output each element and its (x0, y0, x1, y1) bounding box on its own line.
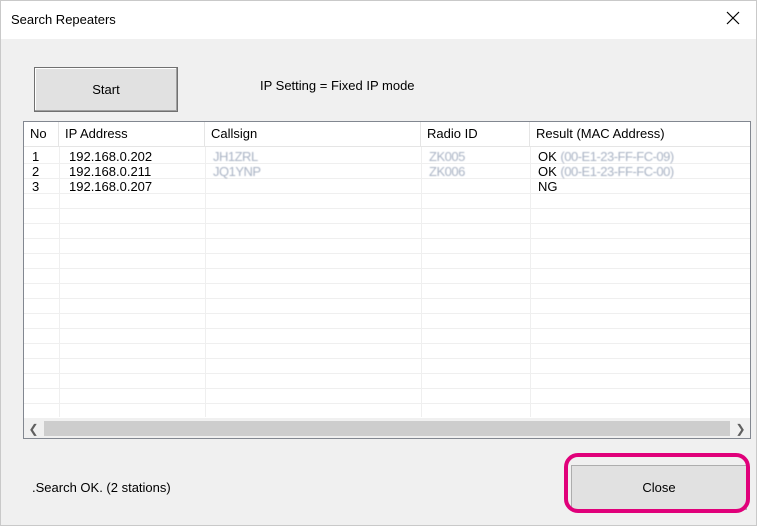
start-button[interactable]: Start (34, 67, 178, 112)
result-status: OK (538, 149, 557, 164)
window-title: Search Repeaters (11, 12, 116, 27)
cell-no: 3 (32, 179, 40, 194)
mac-address: (00-E1-23-FF-FC-00) (560, 164, 674, 179)
cell-result: OK (00-E1-23-FF-FC-09) (530, 149, 674, 164)
scroll-left-button[interactable]: ❮ (24, 419, 43, 438)
table-row[interactable]: 3 192.168.0.207 NG (24, 179, 750, 194)
cell-ip: 192.168.0.211 (69, 164, 152, 179)
column-header-result[interactable]: Result (MAC Address) (530, 122, 750, 146)
grid-line (24, 343, 750, 344)
grid-line (24, 238, 750, 239)
column-header-radio-id[interactable]: Radio ID (421, 122, 530, 146)
grid-line (24, 328, 750, 329)
column-header-ip-address[interactable]: IP Address (59, 122, 205, 146)
cell-no: 1 (32, 149, 40, 164)
grid-line (24, 403, 750, 404)
scrollbar-thumb[interactable] (44, 421, 730, 436)
column-header-no[interactable]: No (24, 122, 59, 146)
result-status: OK (538, 164, 557, 179)
grid-line (24, 223, 750, 224)
grid-line (24, 253, 750, 254)
cell-result: OK (00-E1-23-FF-FC-00) (530, 164, 674, 179)
title-bar: Search Repeaters (1, 1, 756, 39)
cell-radio-id (421, 179, 429, 194)
column-header-callsign[interactable]: Callsign (205, 122, 421, 146)
cell-radio-id: ZK006 (429, 164, 465, 179)
grid-line (24, 358, 750, 359)
chevron-right-icon: ❯ (735, 421, 746, 436)
search-repeaters-window: Search Repeaters Start IP Setting = Fixe… (0, 0, 757, 526)
grid-line (24, 208, 750, 209)
cell-callsign: JH1ZRL (213, 149, 258, 164)
grid-line (24, 283, 750, 284)
cell-callsign: JQ1YNP (213, 164, 261, 179)
cell-radio-id: ZK005 (429, 149, 465, 164)
chevron-left-icon: ❮ (28, 421, 39, 436)
cell-callsign (205, 179, 213, 194)
cell-result: NG (530, 179, 558, 194)
horizontal-scrollbar[interactable]: ❮ ❯ (24, 418, 750, 438)
list-header: No IP Address Callsign Radio ID Result (… (24, 122, 750, 147)
repeater-list[interactable]: No IP Address Callsign Radio ID Result (… (23, 121, 751, 439)
close-icon (726, 11, 740, 30)
grid-line (24, 388, 750, 389)
cell-ip: 192.168.0.207 (69, 179, 153, 194)
result-status: NG (538, 179, 558, 194)
cell-no: 2 (32, 164, 40, 179)
table-row[interactable]: 2 192.168.0.211 JQ1YNP ZK006 OK (00-E1-2… (24, 164, 750, 179)
grid-line (24, 268, 750, 269)
table-row[interactable]: 1 192.168.0.202 JH1ZRL ZK005 OK (00-E1-2… (24, 149, 750, 164)
grid-line (24, 298, 750, 299)
mac-address: (00-E1-23-FF-FC-09) (560, 149, 674, 164)
ip-setting-label: IP Setting = Fixed IP mode (260, 78, 415, 93)
cell-ip: 192.168.0.202 (69, 149, 153, 164)
scroll-right-button[interactable]: ❯ (731, 419, 750, 438)
status-text: .Search OK. (2 stations) (32, 480, 171, 495)
window-close-button[interactable] (710, 1, 756, 39)
grid-line (24, 373, 750, 374)
grid-line (24, 313, 750, 314)
close-button[interactable]: Close (571, 465, 747, 510)
